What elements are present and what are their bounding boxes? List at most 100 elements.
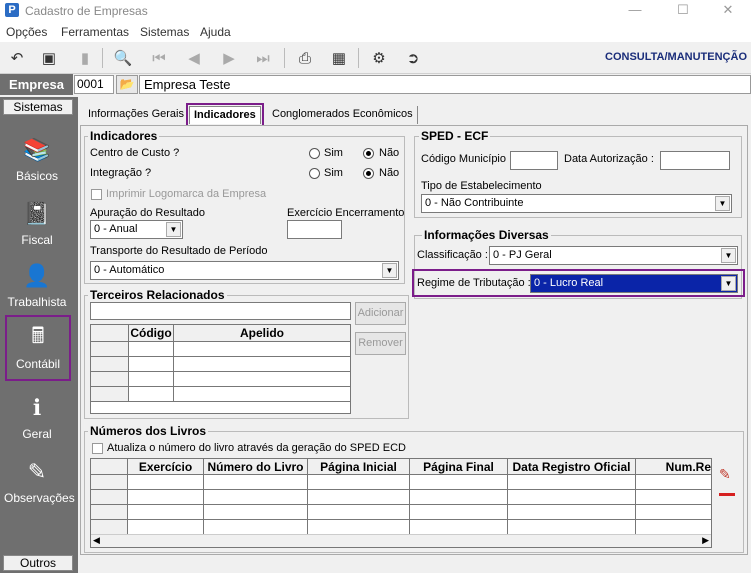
sidebar-item-contabil[interactable]: 🖩 Contábil [5,315,71,381]
scroll-right-icon[interactable]: ▶ [702,535,709,546]
table-cell[interactable] [308,490,410,505]
table-cell[interactable] [308,505,410,520]
scroll-left-icon[interactable]: ◀ [93,535,100,546]
bookmark-icon[interactable]: ▮ [74,47,96,69]
next-record-icon[interactable]: ▶ [218,47,240,69]
edit-pencil-icon[interactable]: ✎ [719,466,731,483]
column-header-num-registro[interactable]: Num.Re [636,459,711,475]
undo-icon[interactable]: ↶ [6,47,28,69]
column-header-numero-livro[interactable]: Número do Livro [204,459,308,475]
table-cell[interactable] [636,490,711,505]
table-cell[interactable] [174,342,351,357]
table-cell[interactable] [204,475,308,490]
table-cell[interactable] [204,520,308,535]
table-cell[interactable] [636,475,711,490]
integracao-sim-radio[interactable] [309,168,320,179]
empresa-code-field[interactable]: 0001 [74,75,114,94]
imprimir-logo-checkbox[interactable] [91,189,102,200]
table-cell[interactable] [508,520,636,535]
table-cell[interactable] [410,475,508,490]
last-record-icon[interactable]: ⏭ [252,47,274,69]
tools-icon[interactable]: ⚙ [368,47,390,69]
centro-custo-sim-radio[interactable] [309,148,320,159]
report-icon[interactable]: ▦ [328,47,350,69]
preview-icon[interactable]: 🔍 [112,47,134,69]
apuracao-select[interactable]: 0 - Anual ▼ [90,220,183,239]
table-cell[interactable] [128,475,204,490]
regime-tributacao-select[interactable]: 0 - Lucro Real ▼ [530,274,738,293]
print-icon[interactable]: ⎙ [294,47,316,69]
table-cell[interactable] [128,490,204,505]
tab-indicadores[interactable]: Indicadores [186,103,264,127]
empresa-name-field[interactable]: Empresa Teste [139,75,751,94]
terceiros-search-input[interactable] [90,302,351,320]
exercicio-input[interactable] [287,220,342,239]
table-cell[interactable] [508,475,636,490]
table-cell[interactable] [174,372,351,387]
table-cell[interactable] [410,520,508,535]
table-cell[interactable] [129,357,174,372]
column-header-pagina-final[interactable]: Página Final [410,459,508,475]
livros-grid[interactable]: Exercício Número do Livro Página Inicial… [90,458,712,548]
table-cell[interactable] [308,475,410,490]
integracao-nao-radio[interactable] [363,168,374,179]
save-icon[interactable]: ▣ [38,47,60,69]
adicionar-button[interactable]: Adicionar [355,302,406,325]
table-cell[interactable] [410,490,508,505]
table-cell[interactable] [204,505,308,520]
tab-informacoes-gerais[interactable]: Informações Gerais [84,106,188,124]
menu-ferramentas[interactable]: Ferramentas [61,25,129,39]
sidebar-header[interactable]: Sistemas [3,99,73,115]
sidebar-item-trabalhista[interactable]: 👤 Trabalhista [4,255,70,317]
data-autorizacao-label: Data Autorização : [564,153,654,165]
transporte-select[interactable]: 0 - Automático ▼ [90,261,399,280]
centro-custo-nao-radio[interactable] [363,148,374,159]
remove-row-icon[interactable] [719,493,735,496]
column-header-data-registro[interactable]: Data Registro Oficial [508,459,636,475]
sidebar-item-geral[interactable]: ℹ Geral [4,387,70,449]
data-autorizacao-input[interactable] [660,151,730,170]
sidebar-item-basicos[interactable]: 📚 Básicos [4,129,70,191]
tipo-estabelecimento-select[interactable]: 0 - Não Contribuinte ▼ [421,194,732,213]
menu-opcoes[interactable]: Opções [6,25,47,39]
column-header-exercicio[interactable]: Exercício [128,459,204,475]
column-header-pagina-inicial[interactable]: Página Inicial [308,459,410,475]
table-cell[interactable] [128,520,204,535]
atualiza-livro-checkbox[interactable] [92,443,103,454]
horizontal-scrollbar[interactable]: ◀ ▶ [91,534,711,547]
terceiros-grid[interactable]: Código Apelido [90,324,351,414]
exit-icon[interactable]: ➲ [402,47,424,69]
table-cell[interactable] [129,387,174,402]
sidebar-item-observacoes[interactable]: ✎ Observações [4,451,75,513]
first-record-icon[interactable]: ⏮ [148,47,170,69]
minimize-button[interactable]: — [612,0,658,22]
table-cell[interactable] [508,490,636,505]
close-button[interactable]: ✕ [705,0,751,22]
table-cell[interactable] [204,490,308,505]
table-cell[interactable] [636,520,711,535]
table-cell[interactable] [128,505,204,520]
table-cell[interactable] [129,342,174,357]
column-header-codigo[interactable]: Código [129,325,174,342]
open-folder-icon[interactable]: 📂 [116,75,138,94]
menu-ajuda[interactable]: Ajuda [200,25,231,39]
table-cell[interactable] [410,505,508,520]
remover-button[interactable]: Remover [355,332,406,355]
table-cell[interactable] [636,505,711,520]
codigo-municipio-input[interactable] [510,151,558,170]
table-cell[interactable] [129,372,174,387]
column-header-apelido[interactable]: Apelido [174,325,351,342]
table-cell[interactable] [174,357,351,372]
sidebar-footer[interactable]: Outros [3,555,73,571]
table-cell[interactable] [508,505,636,520]
maximize-button[interactable]: ☐ [660,0,706,22]
table-cell[interactable] [308,520,410,535]
menu-sistemas[interactable]: Sistemas [140,25,189,39]
sidebar-item-fiscal[interactable]: 📓 Fiscal [4,193,70,255]
previous-record-icon[interactable]: ◀ [183,47,205,69]
transporte-label: Transporte do Resultado de Período [90,245,268,257]
classificacao-select[interactable]: 0 - PJ Geral ▼ [489,246,738,265]
sidebar-item-label: Fiscal [21,233,53,247]
table-cell[interactable] [174,387,351,402]
tab-conglomerados[interactable]: Conglomerados Econômicos [268,106,418,124]
